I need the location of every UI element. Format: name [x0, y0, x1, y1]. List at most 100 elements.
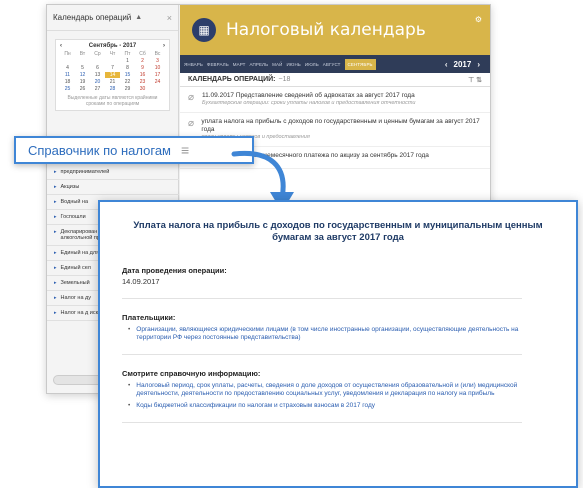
detail-title: Уплата налога на прибыль с доходов по го… — [133, 220, 543, 243]
operations-header-label: КАЛЕНДАРЬ ОПЕРАЦИЙ: — [188, 76, 276, 83]
reference-link[interactable]: Коды бюджетной классификации по налогам … — [136, 402, 375, 410]
prev-year-icon[interactable]: ‹ — [445, 60, 448, 69]
calendar-day[interactable]: 24 — [150, 79, 165, 85]
operation-subtext: Бухгалтерские операции: сроки уплаты нал… — [202, 100, 416, 106]
menu-icon[interactable]: ≡ — [181, 142, 189, 158]
bullet-icon: ▸ — [54, 295, 57, 301]
sidebar-header[interactable]: Календарь операций ▲ × — [47, 5, 178, 31]
calendar-day[interactable]: 15 — [120, 72, 135, 78]
tax-category-label: Единый сел — [60, 265, 91, 271]
calendar-day[interactable]: 13 — [90, 72, 105, 78]
next-month-icon[interactable]: › — [163, 43, 165, 49]
operation-detail-card: Уплата налога на прибыль с доходов по го… — [98, 200, 578, 488]
bullet-icon: ▸ — [54, 184, 57, 190]
reference-links: • Налоговый период, срок уплаты, расчеты,… — [122, 382, 554, 410]
bullet-icon: ▸ — [54, 199, 57, 205]
calendar-day[interactable]: 6 — [90, 65, 105, 71]
calendar-day[interactable]: 27 — [90, 86, 105, 92]
bullet-icon: ▸ — [54, 229, 57, 235]
reference-link[interactable]: Налоговый период, срок уплаты, расчеты, … — [136, 382, 554, 398]
calendar-day[interactable]: 5 — [75, 65, 90, 71]
date-value: 14.09.2017 — [122, 277, 160, 286]
payer-item[interactable]: • Организации, являющиеся юридическими ли… — [122, 326, 554, 342]
month-tab[interactable]: ИЮНЬ — [286, 62, 300, 67]
calendar-day[interactable]: 18 — [60, 79, 75, 85]
tax-category-label: предпринимателей — [60, 169, 110, 175]
tax-category-label: Водный на — [60, 199, 89, 205]
month-tab[interactable]: ФЕВРАЛЬ — [207, 62, 229, 67]
calendar-day[interactable]: 8 — [120, 65, 135, 71]
divider — [122, 298, 522, 299]
tax-category-label: Земельный — [60, 280, 90, 286]
bullet-icon: ▸ — [54, 169, 57, 175]
calendar-day — [75, 58, 90, 64]
month-tabs: ЯНВАРЬ ФЕВРАЛЬ МАРТ АПРЕЛЬ МАЙ ИЮНЬ ИЮЛЬ АВГУСТ… — [180, 55, 490, 73]
operation-item[interactable]: ⌀ 11.09.2017 Представление сведений об ад… — [180, 87, 490, 113]
weekday-label: Пн — [64, 51, 71, 57]
weekday-label: Пт — [124, 51, 131, 57]
calendar-day[interactable]: 23 — [135, 79, 150, 85]
calendar-day[interactable]: 3 — [150, 58, 165, 64]
calendar-day[interactable]: 25 — [60, 86, 75, 92]
weekday-label: Вс — [154, 51, 161, 57]
calendar-day[interactable]: 9 — [135, 65, 150, 71]
month-tab[interactable]: МАЙ — [272, 62, 282, 67]
calendar-day[interactable]: 21 — [105, 79, 120, 85]
operation-text: уплата налога на прибыль с доходов по го… — [201, 118, 480, 133]
bullet-icon: • — [128, 382, 131, 389]
divider — [122, 422, 522, 423]
filter-icon[interactable]: ⊤ ⇅ — [468, 76, 482, 84]
month-tab[interactable]: ЯНВАРЬ — [184, 62, 203, 67]
year-selector[interactable]: ‹ 2017 › — [445, 60, 480, 69]
calendar-title: Налоговый календарь — [226, 20, 426, 40]
close-icon[interactable]: × — [167, 13, 172, 23]
prev-month-icon[interactable]: ‹ — [60, 43, 62, 49]
calendar-day[interactable]: 14 — [105, 72, 120, 78]
calendar-day[interactable]: 16 — [135, 72, 150, 78]
chevron-up-icon[interactable]: ▲ — [135, 14, 142, 21]
year-value: 2017 — [453, 59, 472, 69]
month-tab[interactable]: АПРЕЛЬ — [249, 62, 268, 67]
mini-calendar: ‹ Сентябрь - 2017 › Пн Вт Ср Чт Пт Сб Вс 1 2 3 4 5 6… — [55, 39, 170, 111]
next-year-icon[interactable]: › — [477, 60, 480, 69]
mini-calendar-month: Сентябрь - 2017 — [88, 43, 137, 49]
calendar-day[interactable]: 1 — [120, 58, 135, 64]
tax-reference-tag[interactable]: Справочник по налогам ≡ — [14, 136, 254, 164]
calendar-day[interactable]: 20 — [90, 79, 105, 85]
calendar-day[interactable]: 12 — [75, 72, 90, 78]
calendar-day[interactable]: 17 — [150, 72, 165, 78]
bullet-icon: ▸ — [54, 280, 57, 286]
month-tab[interactable]: СЕНТЯБРЬ — [344, 58, 376, 70]
bullet-icon: ▸ — [54, 214, 57, 220]
calendar-day[interactable]: 30 — [135, 86, 150, 92]
payer-link[interactable]: Организации, являющиеся юридическими лиц… — [136, 326, 554, 342]
bullet-icon: • — [128, 402, 131, 409]
tax-reference-label: Справочник по налогам — [28, 142, 171, 158]
calendar-day[interactable]: 2 — [135, 58, 150, 64]
calendar-day[interactable]: 29 — [120, 86, 135, 92]
bullet-icon: • — [128, 326, 131, 333]
calendar-day[interactable]: 10 — [150, 65, 165, 71]
tax-category-item[interactable]: ▸ предпринимателей — [47, 165, 179, 180]
reference-link-item[interactable]: • Коды бюджетной классификации по налогам… — [122, 402, 554, 410]
tax-category-item[interactable]: ▸ Акцизы — [47, 180, 179, 195]
paperclip-icon: ⌀ — [188, 92, 195, 103]
calendar-banner: ▦ Налоговый календарь ⚙ — [180, 5, 490, 55]
calendar-day[interactable]: 28 — [105, 86, 120, 92]
calendar-day[interactable]: 11 — [60, 72, 75, 78]
month-tab[interactable]: АВГУСТ — [323, 62, 341, 67]
calendar-day — [105, 58, 120, 64]
bullet-icon: ▸ — [54, 250, 57, 256]
reference-link-item[interactable]: • Налоговый период, срок уплаты, расчеты,… — [122, 382, 554, 398]
calendar-day[interactable]: 26 — [75, 86, 90, 92]
calendar-day[interactable]: 22 — [120, 79, 135, 85]
calendar-day[interactable]: 7 — [105, 65, 120, 71]
calendar-day[interactable]: 19 — [75, 79, 90, 85]
sidebar-title: Календарь операций — [53, 13, 132, 22]
month-tab[interactable]: МАРТ — [233, 62, 246, 67]
calendar-day[interactable]: 4 — [60, 65, 75, 71]
see-also-heading: Смотрите справочную информацию: — [122, 369, 261, 378]
mini-calendar-note: Выделенные даты являются крайними срокам… — [67, 95, 158, 107]
month-tab[interactable]: ИЮЛЬ — [305, 62, 319, 67]
settings-icon[interactable]: ⚙ — [475, 15, 482, 24]
